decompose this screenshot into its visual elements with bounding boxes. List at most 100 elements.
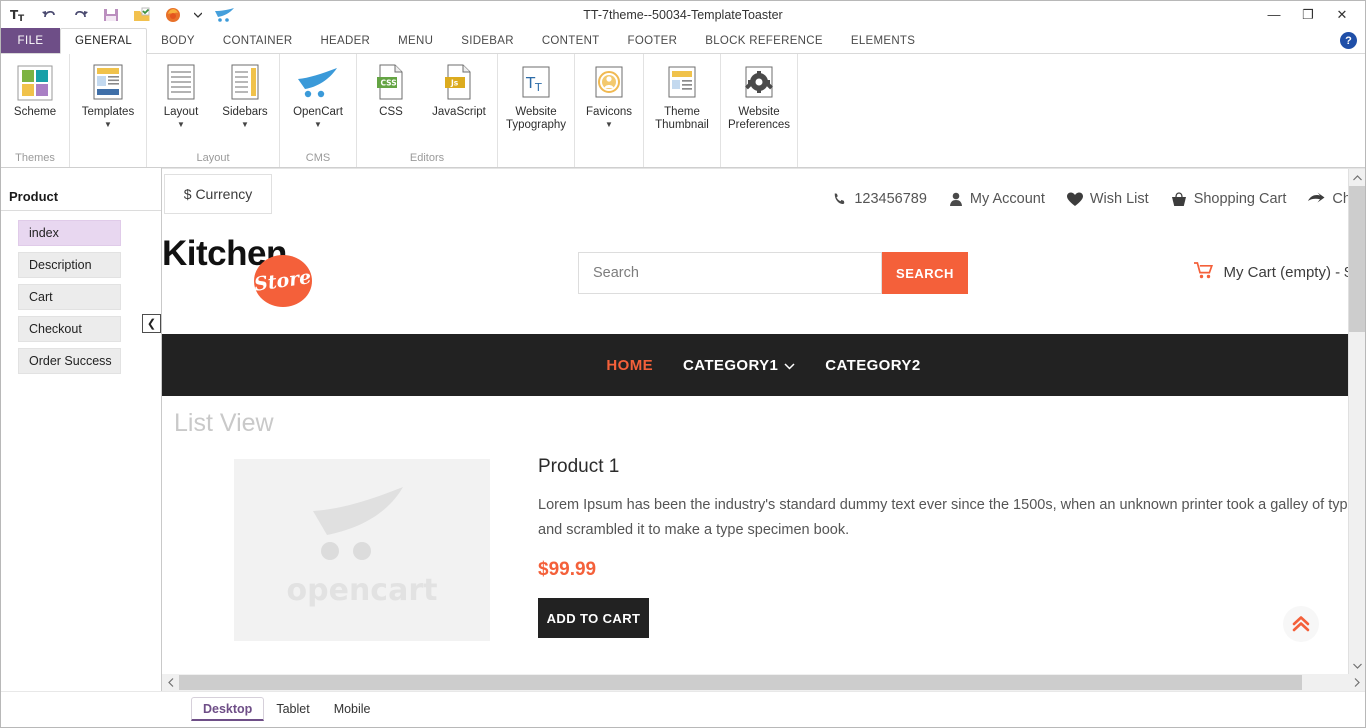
ribbon-label-javascript: JavaScript [432, 106, 486, 118]
tab-content[interactable]: CONTENT [528, 28, 614, 53]
undo-icon[interactable] [38, 5, 60, 25]
redo-icon[interactable] [69, 5, 91, 25]
svg-text:T: T [18, 14, 25, 22]
scroll-left-arrow-icon[interactable] [162, 674, 179, 691]
ribbon-button-layout[interactable]: Layout ▼ [149, 60, 213, 131]
phone-icon [832, 192, 847, 207]
templatetoaster-window: TT TT-7theme--50034-TemplateToaster — ❐ … [0, 0, 1366, 728]
utility-wish-list[interactable]: Wish List [1066, 191, 1149, 207]
ribbon-button-sidebars[interactable]: Sidebars ▼ [213, 60, 277, 131]
nav-category1[interactable]: CATEGORY1 [683, 357, 795, 374]
product-image-placeholder[interactable]: opencart [234, 459, 490, 641]
tab-sidebar[interactable]: SIDEBAR [447, 28, 528, 53]
nav-category2[interactable]: CATEGORY2 [825, 357, 920, 374]
preview-horizontal-scrollbar[interactable] [162, 674, 1365, 691]
utility-my-account-label: My Account [969, 191, 1045, 207]
vertical-scroll-thumb[interactable] [1349, 186, 1365, 332]
tab-block-reference[interactable]: BLOCK REFERENCE [691, 28, 837, 53]
opencart-placeholder-icon: opencart [286, 487, 437, 608]
ribbon-group-cms: OpenCart ▼ CMS [280, 54, 357, 167]
tab-file[interactable]: FILE [1, 28, 60, 53]
chevron-down-icon[interactable]: ▼ [104, 120, 112, 129]
scroll-to-top-button[interactable] [1283, 606, 1319, 642]
search-input[interactable] [578, 252, 882, 294]
scroll-down-arrow-icon[interactable] [1349, 657, 1365, 674]
device-tab-tablet[interactable]: Tablet [264, 697, 322, 721]
chevron-down-icon[interactable] [193, 5, 203, 25]
chevron-down-icon[interactable]: ▼ [314, 120, 322, 129]
nav-home[interactable]: HOME [606, 357, 653, 374]
quick-access-toolbar: TT [1, 5, 238, 25]
help-icon[interactable]: ? [1340, 32, 1357, 49]
ribbon-label-favicons: Favicons [585, 106, 633, 118]
tab-menu[interactable]: MENU [384, 28, 447, 53]
ribbon-button-website-preferences[interactable]: Website Preferences [723, 60, 795, 133]
utility-my-account[interactable]: My Account [949, 191, 1045, 207]
ribbon-button-opencart[interactable]: OpenCart ▼ [282, 60, 354, 131]
close-button[interactable]: ✕ [1325, 3, 1359, 27]
utility-phone[interactable]: 123456789 [832, 191, 927, 207]
nav-item-description[interactable]: Description [18, 252, 121, 278]
chevron-down-icon[interactable]: ▼ [177, 120, 185, 129]
ribbon-group-label-cms: CMS [305, 152, 331, 164]
opencart-icon[interactable] [212, 5, 238, 25]
search-button[interactable]: SEARCH [882, 252, 968, 294]
utility-shopping-cart[interactable]: Shopping Cart [1171, 191, 1286, 207]
tab-elements[interactable]: ELEMENTS [837, 28, 929, 53]
firefox-preview-icon[interactable] [162, 5, 184, 25]
tab-general[interactable]: GENERAL [60, 28, 148, 54]
device-tab-mobile[interactable]: Mobile [321, 697, 383, 721]
ribbon-button-theme-thumbnail[interactable]: Theme Thumbnail [646, 60, 718, 133]
mini-cart[interactable]: My Cart (empty) - $0 [1194, 262, 1361, 283]
export-icon[interactable] [131, 5, 153, 25]
ribbon-button-website-typography[interactable]: TT Website Typography [500, 60, 572, 133]
ribbon-button-templates[interactable]: Templates ▼ [72, 60, 144, 131]
svg-text:opencart: opencart [286, 573, 437, 608]
templates-icon [91, 62, 125, 104]
ribbon-group-label-favicons [575, 149, 643, 167]
tab-body[interactable]: BODY [147, 28, 209, 53]
website-preview: $ Currency 123456789 My Account Wish Lis… [162, 168, 1365, 691]
collapse-panel-button[interactable]: ❮ [142, 314, 161, 333]
ribbon-button-javascript[interactable]: Js JavaScript [423, 60, 495, 121]
minimize-button[interactable]: — [1257, 3, 1291, 27]
chevron-down-icon[interactable]: ▼ [241, 120, 249, 129]
js-file-icon: Js [444, 62, 474, 104]
add-to-cart-button[interactable]: ADD TO CART [538, 598, 649, 638]
tab-container[interactable]: CONTAINER [209, 28, 307, 53]
horizontal-scroll-thumb[interactable] [179, 675, 1302, 690]
ribbon-button-favicons[interactable]: Favicons ▼ [577, 60, 641, 131]
product-title[interactable]: Product 1 [538, 456, 1365, 478]
ribbon-group-label-website-preferences [721, 149, 797, 167]
svg-text:Js: Js [450, 79, 459, 88]
nav-item-checkout[interactable]: Checkout [18, 316, 121, 342]
nav-item-order-success[interactable]: Order Success [18, 348, 121, 374]
ribbon-group-label-templates [70, 149, 146, 167]
ribbon-label-css: CSS [379, 106, 403, 118]
page-navigator-list: index Description Cart Checkout Order Su… [1, 211, 161, 380]
theme-thumbnail-icon [666, 62, 698, 104]
ribbon-button-scheme[interactable]: Scheme [3, 60, 67, 121]
save-icon[interactable] [100, 5, 122, 25]
currency-selector[interactable]: $ Currency [164, 174, 272, 214]
typography-icon[interactable]: TT [7, 5, 29, 25]
svg-text:T: T [534, 81, 542, 94]
tab-header[interactable]: HEADER [306, 28, 384, 53]
ribbon-label-theme-thumbnail: Theme Thumbnail [655, 106, 709, 131]
nav-item-cart[interactable]: Cart [18, 284, 121, 310]
chevron-down-icon[interactable]: ▼ [605, 120, 613, 129]
scroll-right-arrow-icon[interactable] [1348, 674, 1365, 691]
basket-icon [1171, 191, 1187, 207]
preview-vertical-scrollbar[interactable] [1348, 169, 1365, 674]
scroll-up-arrow-icon[interactable] [1349, 169, 1365, 186]
ribbon-group-label-layout: Layout [196, 152, 230, 164]
typography-icon: TT [520, 62, 552, 104]
ribbon-button-css[interactable]: CSS CSS [359, 60, 423, 121]
ribbon-group-website-preferences: Website Preferences [721, 54, 798, 167]
rendered-website: $ Currency 123456789 My Account Wish Lis… [162, 169, 1365, 674]
nav-item-index[interactable]: index [18, 220, 121, 246]
device-tab-desktop[interactable]: Desktop [191, 697, 265, 721]
maximize-button[interactable]: ❐ [1291, 3, 1325, 27]
tab-footer[interactable]: FOOTER [614, 28, 692, 53]
section-title: List View [174, 409, 274, 437]
